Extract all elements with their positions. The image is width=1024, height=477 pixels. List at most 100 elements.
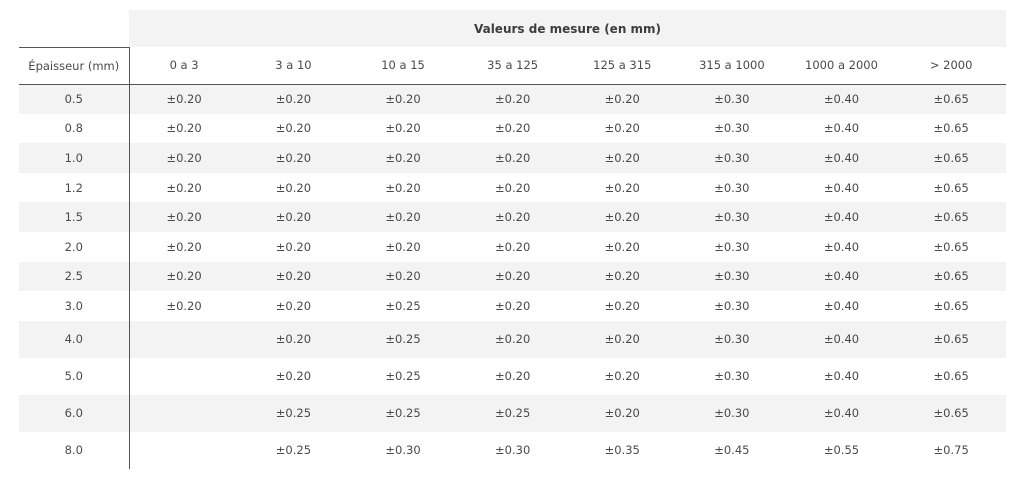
tolerance-cell: ±0.20 <box>238 357 349 395</box>
tolerance-cell: ±0.20 <box>457 320 568 358</box>
tolerance-cell: ±0.20 <box>567 84 678 114</box>
column-header: 3 a 10 <box>238 47 349 85</box>
tolerance-table: Valeurs de mesure (en mm) Épaisseur (mm)… <box>19 10 1006 469</box>
tolerance-cell: ±0.65 <box>896 143 1006 173</box>
tolerance-cell: ±0.20 <box>129 291 239 321</box>
tolerance-cell: ±0.45 <box>677 431 787 469</box>
tolerance-cell: ±0.25 <box>348 357 458 395</box>
thickness-cell: 1.0 <box>19 143 130 173</box>
tolerance-cell: ±0.20 <box>457 357 568 395</box>
tolerance-cell: ±0.20 <box>238 202 349 232</box>
tolerance-cell: ±0.40 <box>786 143 897 173</box>
tolerance-cell <box>129 394 239 432</box>
table-row: 6.0 ±0.25 ±0.25 ±0.25 ±0.20 ±0.30 ±0.40 ±0.65 <box>19 394 1006 432</box>
tolerance-cell: ±0.20 <box>238 84 349 114</box>
tolerance-cell: ±0.30 <box>677 261 787 292</box>
tolerance-cell: ±0.65 <box>896 113 1006 144</box>
tolerance-cell: ±0.20 <box>567 202 678 232</box>
tolerance-cell: ±0.20 <box>457 202 568 232</box>
group-header-row: Valeurs de mesure (en mm) <box>19 10 1006 48</box>
measurement-values-header: Valeurs de mesure (en mm) <box>129 10 1006 47</box>
tolerance-cell: ±0.20 <box>238 231 349 262</box>
tolerance-cell: ±0.40 <box>786 172 897 203</box>
tolerance-cell: ±0.65 <box>896 231 1006 262</box>
tolerance-cell: ±0.20 <box>348 261 458 292</box>
table-row: 3.0 ±0.20 ±0.20 ±0.25 ±0.20 ±0.20 ±0.30 ±0.40 ±0… <box>19 291 1006 321</box>
thickness-cell: 2.0 <box>19 231 130 262</box>
column-header: 315 a 1000 <box>677 47 787 85</box>
column-header: 0 a 3 <box>129 47 239 85</box>
thickness-cell: 8.0 <box>19 431 130 469</box>
column-header-row: Épaisseur (mm) 0 a 3 3 a 10 10 a 15 35 a… <box>19 47 1006 85</box>
tolerance-cell: ±0.25 <box>348 291 458 321</box>
tolerance-cell: ±0.65 <box>896 84 1006 114</box>
tolerance-cell: ±0.30 <box>677 202 787 232</box>
tolerance-cell: ±0.20 <box>457 261 568 292</box>
column-header: > 2000 <box>896 47 1006 85</box>
tolerance-cell: ±0.20 <box>457 143 568 173</box>
tolerance-cell: ±0.75 <box>896 431 1006 469</box>
table-row: 2.0 ±0.20 ±0.20 ±0.20 ±0.20 ±0.20 ±0.30 ±0.40 ±0… <box>19 231 1006 262</box>
table-row: 0.5 ±0.20 ±0.20 ±0.20 ±0.20 ±0.20 ±0.30 ±0.40 ±0… <box>19 84 1006 114</box>
tolerance-cell: ±0.30 <box>677 172 787 203</box>
tolerance-cell: ±0.20 <box>348 143 458 173</box>
tolerance-cell: ±0.65 <box>896 320 1006 358</box>
tolerance-cell: ±0.20 <box>238 143 349 173</box>
thickness-cell: 1.5 <box>19 202 130 232</box>
column-header: 35 a 125 <box>457 47 568 85</box>
tolerance-cell <box>129 431 239 469</box>
thickness-cell: 6.0 <box>19 394 130 432</box>
column-header: 10 a 15 <box>348 47 458 85</box>
tolerance-cell: ±0.20 <box>238 291 349 321</box>
tolerance-cell: ±0.65 <box>896 202 1006 232</box>
tolerance-cell: ±0.40 <box>786 202 897 232</box>
tolerance-cell: ±0.25 <box>238 431 349 469</box>
tolerance-cell <box>129 320 239 358</box>
tolerance-cell: ±0.20 <box>238 113 349 144</box>
table-row: 0.8 ±0.20 ±0.20 ±0.20 ±0.20 ±0.20 ±0.30 ±0.40 ±0… <box>19 113 1006 144</box>
tolerance-cell: ±0.25 <box>348 320 458 358</box>
table-row: 1.5 ±0.20 ±0.20 ±0.20 ±0.20 ±0.20 ±0.30 ±0.40 ±0… <box>19 202 1006 232</box>
thickness-cell: 1.2 <box>19 172 130 203</box>
tolerance-cell: ±0.30 <box>348 431 458 469</box>
corner-cell <box>19 10 130 48</box>
tolerance-cell: ±0.20 <box>238 261 349 292</box>
tolerance-cell: ±0.20 <box>567 172 678 203</box>
tolerance-cell: ±0.65 <box>896 357 1006 395</box>
table-body: 0.5 ±0.20 ±0.20 ±0.20 ±0.20 ±0.20 ±0.30 ±0.40 ±0… <box>19 84 1006 469</box>
tolerance-cell: ±0.20 <box>238 172 349 203</box>
tolerance-cell: ±0.40 <box>786 291 897 321</box>
tolerance-cell: ±0.20 <box>348 113 458 144</box>
thickness-cell: 3.0 <box>19 291 130 321</box>
tolerance-cell: ±0.20 <box>129 84 239 114</box>
tolerance-cell: ±0.30 <box>677 291 787 321</box>
tolerance-cell: ±0.40 <box>786 261 897 292</box>
tolerance-cell: ±0.40 <box>786 231 897 262</box>
thickness-cell: 0.5 <box>19 84 130 114</box>
tolerance-cell <box>129 357 239 395</box>
tolerance-cell: ±0.40 <box>786 320 897 358</box>
tolerance-cell: ±0.30 <box>677 231 787 262</box>
tolerance-cell: ±0.30 <box>677 320 787 358</box>
tolerance-cell: ±0.20 <box>129 202 239 232</box>
tolerance-cell: ±0.40 <box>786 394 897 432</box>
tolerance-cell: ±0.20 <box>457 84 568 114</box>
thickness-cell: 4.0 <box>19 320 130 358</box>
thickness-cell: 0.8 <box>19 113 130 144</box>
table-row: 5.0 ±0.20 ±0.25 ±0.20 ±0.20 ±0.30 ±0.40 ±0.65 <box>19 357 1006 395</box>
table-row: 8.0 ±0.25 ±0.30 ±0.30 ±0.35 ±0.45 ±0.55 ±0.75 <box>19 431 1006 469</box>
thickness-header: Épaisseur (mm) <box>19 47 130 85</box>
thickness-cell: 5.0 <box>19 357 130 395</box>
tolerance-cell: ±0.55 <box>786 431 897 469</box>
tolerance-cell: ±0.35 <box>567 431 678 469</box>
tolerance-cell: ±0.30 <box>677 143 787 173</box>
tolerance-cell: ±0.20 <box>567 291 678 321</box>
table-row: 1.0 ±0.20 ±0.20 ±0.20 ±0.20 ±0.20 ±0.30 ±0.40 ±0… <box>19 143 1006 173</box>
tolerance-cell: ±0.20 <box>457 291 568 321</box>
tolerance-cell: ±0.20 <box>348 231 458 262</box>
tolerance-cell: ±0.20 <box>238 320 349 358</box>
tolerance-cell: ±0.20 <box>567 394 678 432</box>
tolerance-cell: ±0.20 <box>129 172 239 203</box>
tolerance-cell: ±0.30 <box>677 357 787 395</box>
tolerance-cell: ±0.65 <box>896 172 1006 203</box>
